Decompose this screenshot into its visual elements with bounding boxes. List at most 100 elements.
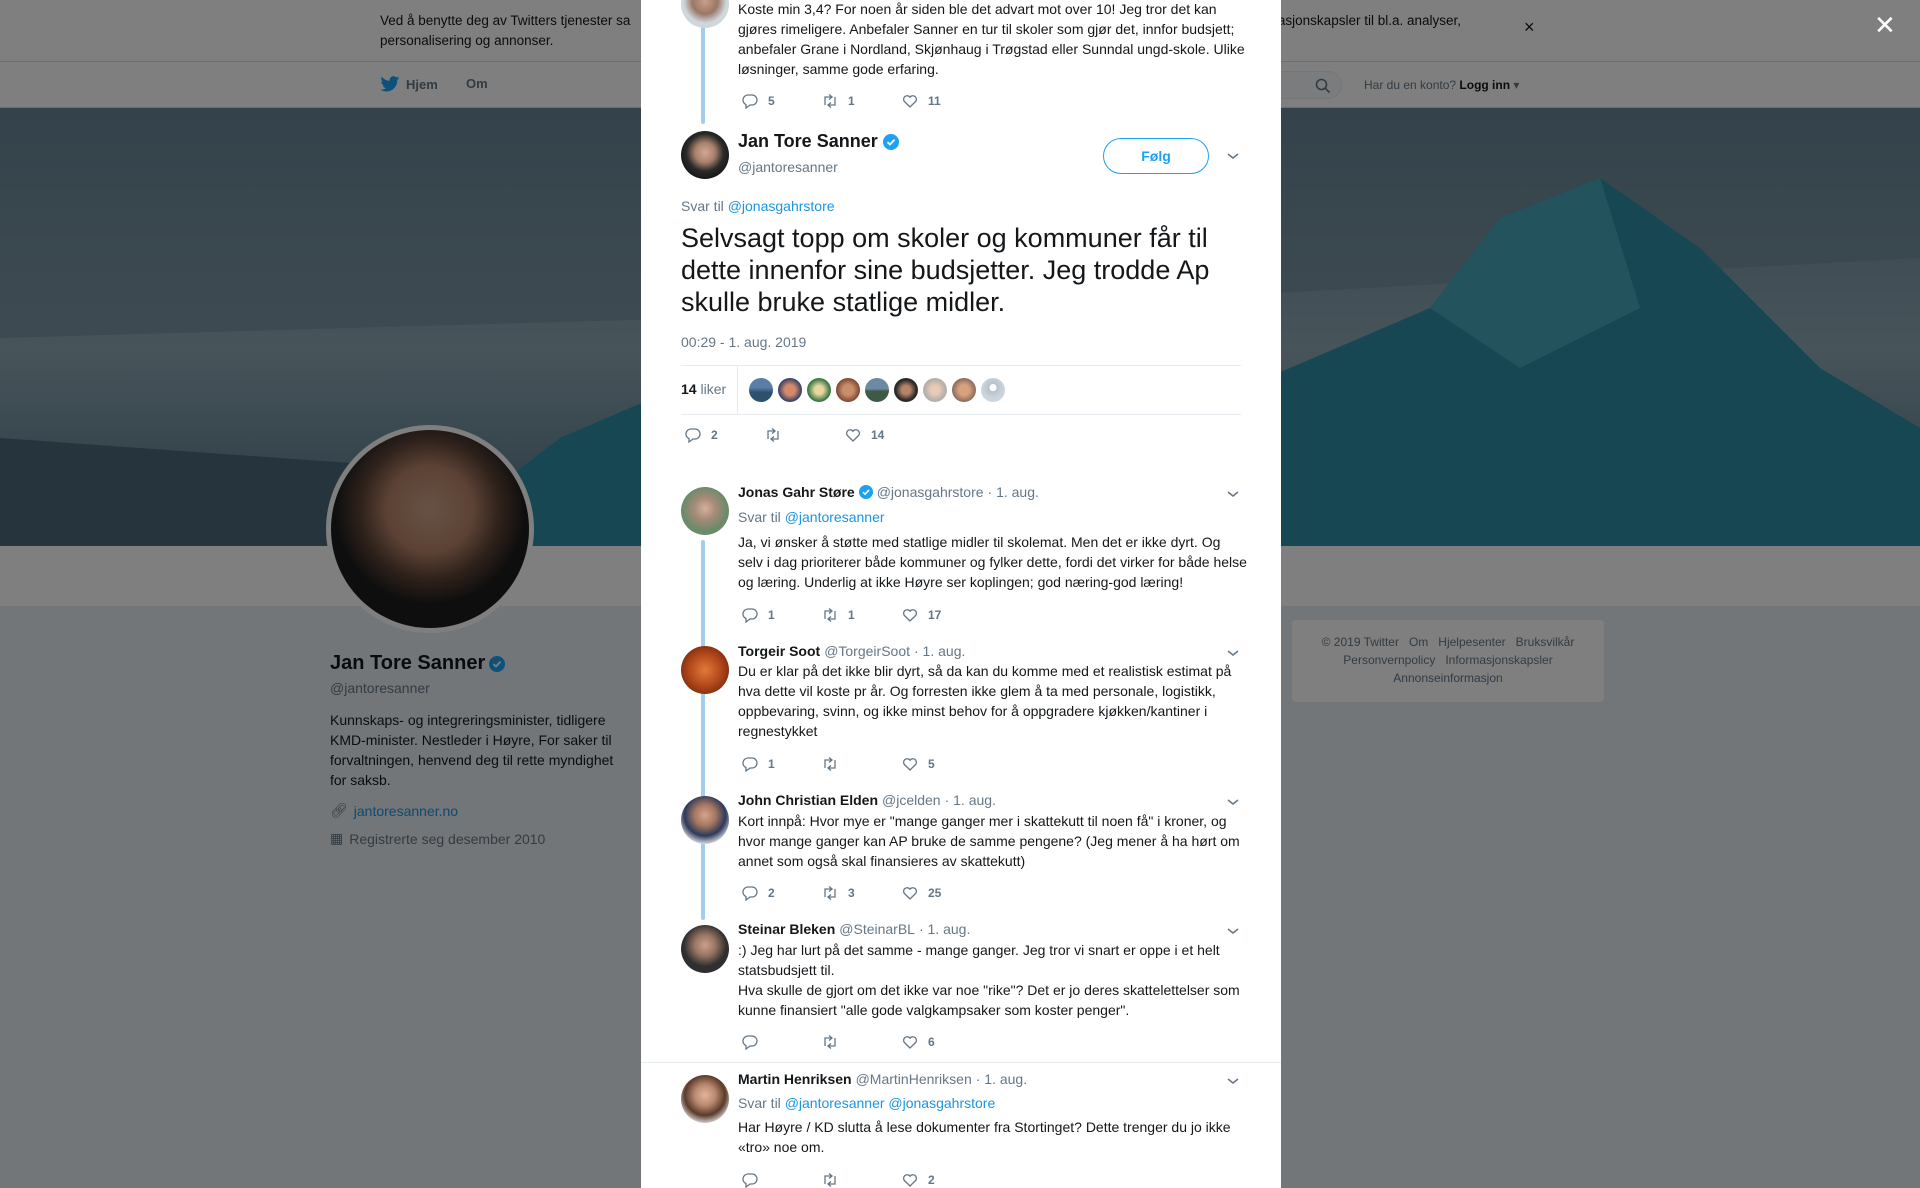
main-tweet-reply-to: Svar til @jonasgahrstore: [681, 198, 835, 214]
reply-button[interactable]: 2: [685, 427, 765, 443]
avatar[interactable]: [681, 487, 729, 535]
avatar[interactable]: [681, 131, 729, 179]
tweet-date[interactable]: · 1. aug.: [914, 643, 965, 659]
reply-to: Svar til @jantoresanner: [738, 509, 885, 525]
avatar[interactable]: [681, 796, 729, 844]
avatar[interactable]: [952, 378, 976, 402]
main-tweet-timestamp[interactable]: 00:29 - 1. aug. 2019: [681, 334, 806, 350]
reply-icon: [742, 886, 758, 901]
verified-icon: [882, 133, 899, 150]
tweet-date[interactable]: · 1. aug.: [988, 484, 1039, 500]
main-tweet-author[interactable]: Jan Tore Sanner: [738, 131, 899, 152]
retweet-icon: [824, 1173, 836, 1187]
retweet-icon: [767, 428, 779, 442]
reply-button[interactable]: [742, 1172, 822, 1188]
like-button[interactable]: 11: [902, 93, 982, 109]
avatar[interactable]: [836, 378, 860, 402]
author-handle[interactable]: @jcelden: [882, 792, 941, 808]
author-handle[interactable]: @SteinarBL: [839, 921, 915, 937]
avatar[interactable]: [807, 378, 831, 402]
tweet-date[interactable]: · 1. aug.: [919, 921, 970, 937]
chevron-down-icon[interactable]: [1226, 648, 1240, 658]
retweet-icon: [824, 1035, 836, 1049]
reply-icon: [742, 1035, 758, 1050]
avatar[interactable]: [749, 378, 773, 402]
avatar[interactable]: [981, 378, 1005, 402]
reply-text: Du er klar på det ikke blir dyrt, så da …: [738, 663, 1232, 739]
chevron-down-icon[interactable]: [1226, 1076, 1240, 1086]
tweet-actions: 1 5: [742, 756, 982, 772]
retweet-button[interactable]: [822, 1034, 902, 1050]
retweet-button[interactable]: [822, 756, 902, 772]
like-button[interactable]: 17: [902, 607, 982, 623]
avatar[interactable]: [681, 0, 729, 28]
reply-button[interactable]: 5: [742, 93, 822, 109]
tweet-actions: 1 1 17: [742, 607, 982, 623]
author-name[interactable]: Torgeir Soot: [738, 643, 820, 659]
avatar[interactable]: [681, 1075, 729, 1123]
reply-to-link[interactable]: @jantoresanner: [785, 509, 885, 525]
like-button[interactable]: 25: [902, 885, 982, 901]
close-modal-button[interactable]: ✕: [1874, 12, 1896, 38]
avatar[interactable]: [894, 378, 918, 402]
chevron-down-icon[interactable]: [1226, 797, 1240, 807]
retweet-button[interactable]: [822, 1172, 902, 1188]
tweet-date[interactable]: · 1. aug.: [976, 1071, 1027, 1087]
heart-icon: [903, 609, 917, 622]
reply-text: Ja, vi ønsker å støtte med statlige midl…: [738, 534, 1247, 590]
likes-count[interactable]: 14 liker: [681, 381, 726, 397]
retweet-button[interactable]: 1: [822, 607, 902, 623]
divider: [737, 366, 738, 414]
tweet-date[interactable]: · 1. aug.: [945, 792, 996, 808]
chevron-down-icon[interactable]: [1226, 151, 1240, 161]
reply-to: Svar til @jantoresanner @jonasgahrstore: [738, 1095, 996, 1111]
reply-button[interactable]: 1: [742, 607, 822, 623]
author-handle[interactable]: @jonasgahrstore: [877, 484, 984, 500]
like-button[interactable]: 6: [902, 1034, 982, 1050]
like-button[interactable]: 5: [902, 756, 982, 772]
heart-icon: [903, 1174, 917, 1187]
author-name[interactable]: Jonas Gahr Støre: [738, 484, 855, 500]
like-button[interactable]: 14: [845, 427, 925, 443]
author-name[interactable]: John Christian Elden: [738, 792, 878, 808]
avatar[interactable]: [778, 378, 802, 402]
heart-icon: [903, 887, 917, 900]
reply-icon: [742, 608, 758, 623]
avatar[interactable]: [681, 646, 729, 694]
follow-button[interactable]: Følg: [1103, 138, 1209, 174]
retweet-button[interactable]: 3: [822, 885, 902, 901]
chevron-down-icon[interactable]: [1226, 926, 1240, 936]
divider: [641, 1062, 1281, 1063]
main-tweet-text: Selvsagt topp om skoler og kommuner får …: [681, 223, 1210, 317]
reply-button[interactable]: [742, 1034, 822, 1050]
author-handle[interactable]: @TorgeirSoot: [824, 643, 910, 659]
reply-text: :) Jeg har lurt på det samme - mange gan…: [738, 942, 1220, 978]
reply-to-link[interactable]: @jantoresanner @jonasgahrstore: [785, 1095, 996, 1111]
retweet-icon: [824, 608, 836, 622]
reply-header: Steinar Bleken @SteinarBL · 1. aug.: [738, 921, 970, 937]
tweet-stats: 14 liker: [681, 365, 1241, 415]
reply-text: Hva skulle de gjort om det ikke var noe …: [738, 982, 1240, 1018]
retweet-icon: [824, 94, 836, 108]
thread-line: [701, 540, 705, 920]
author-name[interactable]: Martin Henriksen: [738, 1071, 852, 1087]
chevron-down-icon[interactable]: [1226, 489, 1240, 499]
heart-icon: [903, 95, 917, 108]
retweet-button[interactable]: 1: [822, 93, 902, 109]
tweet-actions: 5 1 11: [742, 93, 982, 109]
reply-header: John Christian Elden @jcelden · 1. aug.: [738, 792, 996, 808]
author-name[interactable]: Steinar Bleken: [738, 921, 835, 937]
avatar[interactable]: [923, 378, 947, 402]
reply-to-link[interactable]: @jonasgahrstore: [728, 198, 835, 214]
avatar[interactable]: [865, 378, 889, 402]
retweet-icon: [824, 886, 836, 900]
reply-button[interactable]: 2: [742, 885, 822, 901]
reply-icon: [742, 1173, 758, 1188]
retweet-button[interactable]: [765, 427, 845, 443]
reply-text: Kort innpå: Hvor mye er "mange ganger me…: [738, 813, 1240, 869]
avatar[interactable]: [681, 925, 729, 973]
like-button[interactable]: 2: [902, 1172, 982, 1188]
likers-avatars: [749, 378, 1005, 402]
reply-button[interactable]: 1: [742, 756, 822, 772]
author-handle[interactable]: @MartinHenriksen: [856, 1071, 972, 1087]
